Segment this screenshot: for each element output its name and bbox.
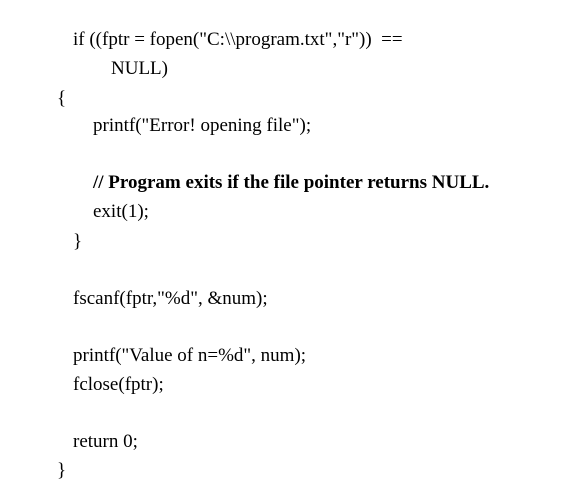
printf-error-line: printf("Error! opening file"); [93, 115, 312, 136]
exit-call-line: exit(1); [93, 201, 149, 222]
fscanf-line: fscanf(fptr,"%d", &num); [73, 288, 268, 309]
if-condition-line-2: NULL) [111, 58, 168, 79]
open-brace: { [57, 88, 67, 109]
code-comment: // Program exits if the file pointer ret… [93, 172, 490, 193]
close-brace-if: } [73, 231, 83, 252]
if-condition-line-1: if ((fptr = fopen("C:\\program.txt","r")… [73, 29, 403, 50]
printf-value-line: printf("Value of n=%d", num); [73, 345, 307, 366]
return-line: return 0; [73, 431, 138, 452]
code-snippet: if ((fptr = fopen("C:\\program.txt","r")… [0, 0, 574, 493]
close-brace-main: } [57, 460, 67, 481]
fclose-line: fclose(fptr); [73, 374, 164, 395]
